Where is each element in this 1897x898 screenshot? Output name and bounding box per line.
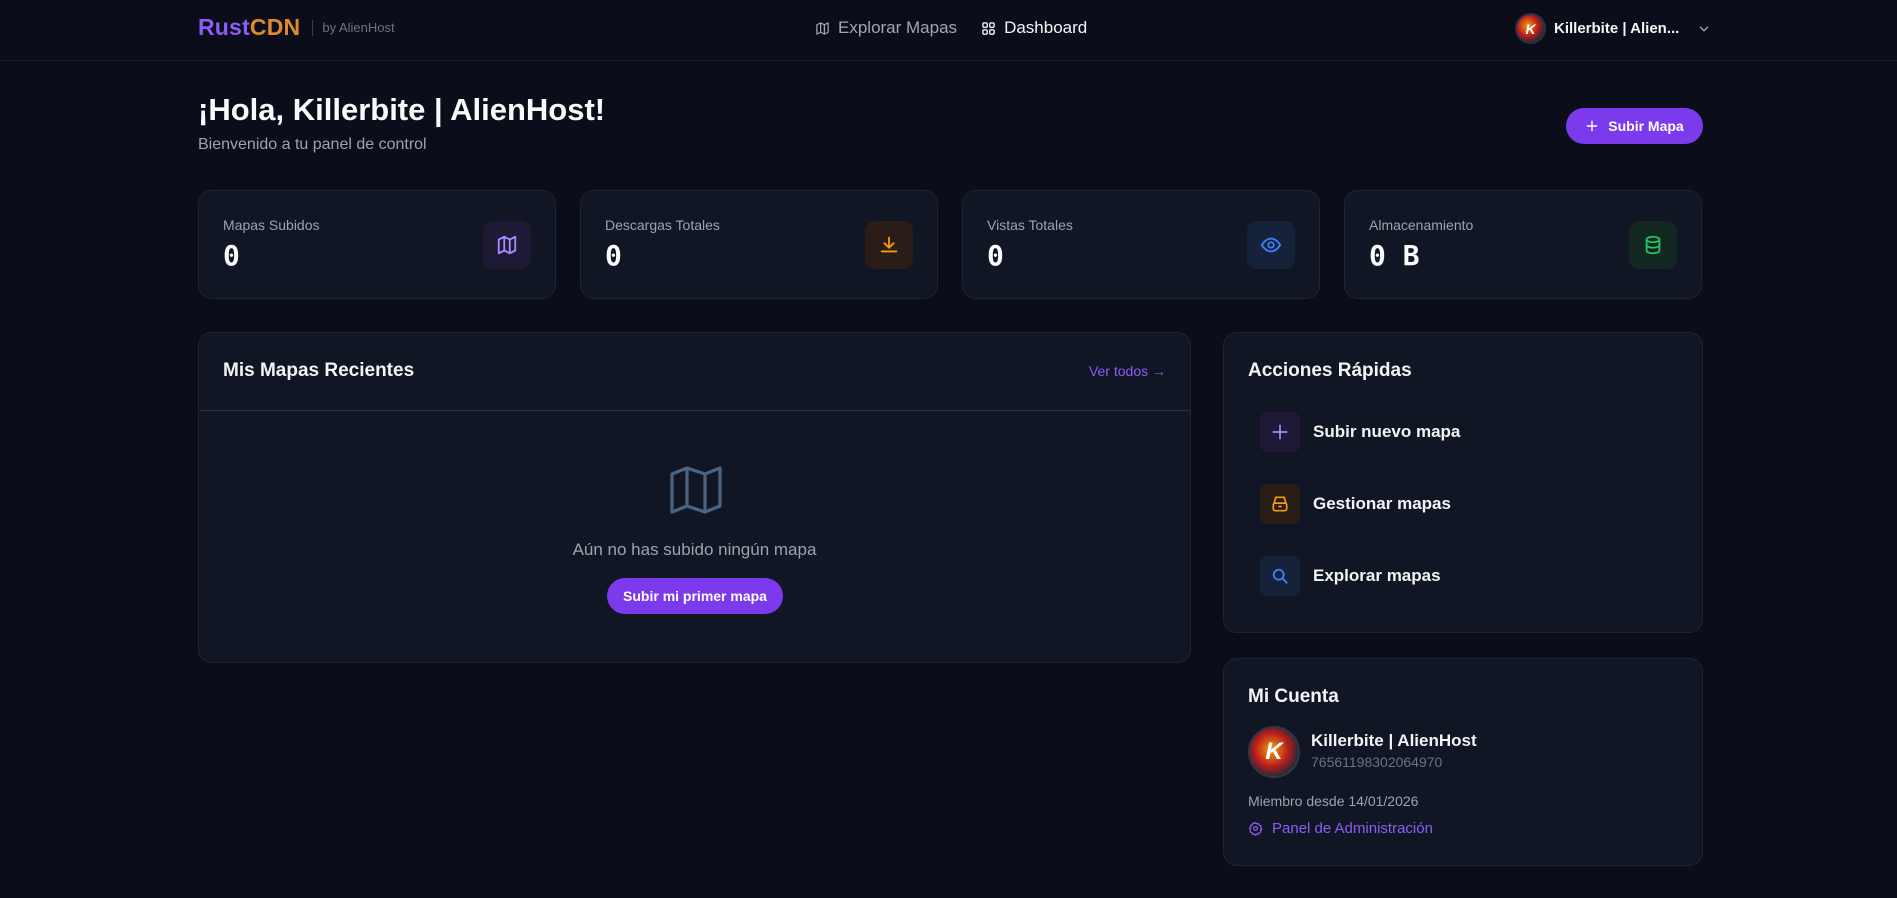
stat-value: 0	[987, 239, 1004, 272]
map-icon	[816, 21, 829, 35]
quick-actions-title: Acciones Rápidas	[1248, 360, 1412, 381]
map-icon	[670, 466, 722, 514]
qa-icon-box	[1260, 412, 1300, 452]
user-menu[interactable]: K Killerbite | Alien...	[1515, 13, 1711, 44]
eye-icon	[1260, 237, 1282, 253]
qa-icon-box	[1260, 484, 1300, 524]
page-subtitle: Bienvenido a tu panel de control	[198, 136, 427, 153]
see-all-link[interactable]: Ver todos →	[1089, 363, 1166, 379]
upload-map-button[interactable]: Subir Mapa	[1566, 108, 1703, 144]
recent-maps-header: Mis Mapas Recientes Ver todos →	[199, 333, 1190, 411]
quick-action-label: Explorar mapas	[1313, 566, 1441, 585]
account-name: Killerbite | AlienHost	[1311, 731, 1477, 750]
quick-action-upload[interactable]: Subir nuevo mapa	[1260, 412, 1460, 452]
stat-value: 0	[605, 239, 622, 272]
search-icon	[1272, 568, 1288, 584]
brand-divider	[312, 19, 314, 36]
quick-action-explore[interactable]: Explorar mapas	[1260, 556, 1441, 596]
empty-state-text: Aún no has subido ningún mapa	[572, 540, 817, 559]
stat-card-maps: Mapas Subidos 0	[198, 190, 556, 299]
top-navbar: RustCDN by AlienHost Explorar Mapas Dash…	[0, 0, 1897, 61]
stat-icon-box	[483, 221, 531, 269]
stat-icon-box	[1629, 221, 1677, 269]
account-title: Mi Cuenta	[1248, 686, 1339, 707]
quick-actions-card: Acciones Rápidas Subir nuevo mapa Gestio…	[1223, 332, 1703, 633]
nav-label: Dashboard	[1004, 18, 1088, 37]
stat-value: 0	[223, 239, 240, 272]
avatar: K	[1515, 13, 1546, 44]
brand-logo[interactable]: RustCDN	[198, 14, 300, 41]
stat-value: 0 B	[1369, 239, 1420, 272]
quick-action-label: Subir nuevo mapa	[1313, 422, 1461, 441]
gear-icon	[1248, 821, 1263, 836]
admin-panel-label: Panel de Administración	[1272, 820, 1433, 837]
quick-action-manage[interactable]: Gestionar mapas	[1260, 484, 1451, 524]
brand[interactable]: RustCDN by AlienHost	[198, 14, 395, 41]
avatar: K	[1248, 726, 1300, 778]
download-icon	[880, 236, 898, 253]
member-since: Miembro desde 14/01/2026	[1248, 793, 1419, 809]
map-icon	[497, 235, 517, 255]
brand-byline: by AlienHost	[322, 20, 395, 35]
stat-label: Descargas Totales	[605, 217, 720, 233]
recent-maps-title: Mis Mapas Recientes	[223, 360, 415, 381]
upload-first-map-button[interactable]: Subir mi primer mapa	[607, 578, 783, 614]
user-name: Killerbite | Alien...	[1554, 20, 1680, 37]
stat-icon-box	[1247, 221, 1295, 269]
stat-label: Mapas Subidos	[223, 217, 320, 233]
grid-icon	[982, 21, 995, 35]
qa-icon-box	[1260, 556, 1300, 596]
quick-action-label: Gestionar mapas	[1313, 494, 1451, 513]
plus-icon	[1272, 424, 1288, 440]
stat-label: Almacenamiento	[1369, 217, 1474, 233]
plus-icon	[1586, 120, 1598, 132]
database-icon	[1645, 235, 1661, 255]
main-nav: Explorar Mapas Dashboard	[815, 18, 1087, 38]
chevron-down-icon	[1700, 26, 1709, 31]
stat-icon-box	[865, 221, 913, 269]
nav-dashboard[interactable]: Dashboard	[981, 18, 1087, 38]
page-title: ¡Hola, Killerbite | AlienHost!	[198, 92, 606, 127]
recent-maps-card: Mis Mapas Recientes Ver todos → Aún no h…	[198, 332, 1191, 663]
upload-map-label: Subir Mapa	[1608, 118, 1684, 134]
nav-label: Explorar Mapas	[838, 18, 958, 37]
stat-card-downloads: Descargas Totales 0	[580, 190, 938, 299]
account-card: Mi Cuenta K Killerbite | AlienHost 76561…	[1223, 658, 1703, 866]
nav-explorar-mapas[interactable]: Explorar Mapas	[815, 18, 957, 38]
stat-label: Vistas Totales	[987, 217, 1073, 233]
account-steam-id: 76561198302064970	[1311, 754, 1443, 770]
stat-card-views: Vistas Totales 0	[962, 190, 1320, 299]
archive-icon	[1272, 496, 1288, 512]
stat-card-storage: Almacenamiento 0 B	[1344, 190, 1702, 299]
admin-panel-link[interactable]: Panel de Administración	[1248, 820, 1433, 837]
